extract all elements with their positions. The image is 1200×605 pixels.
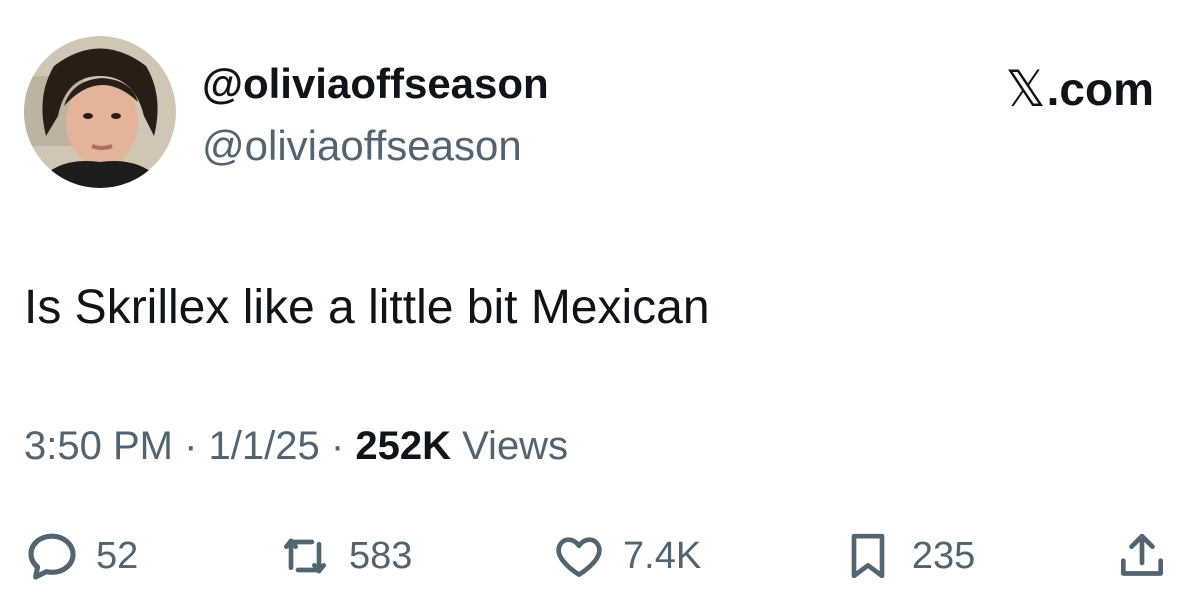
- tweet-text: Is Skrillex like a little bit Mexican: [24, 281, 710, 334]
- x-logo-icon: 𝕏: [1005, 61, 1046, 117]
- repost-count: 583: [348, 534, 413, 577]
- author-display-name[interactable]: @oliviaoffseason: [202, 60, 549, 108]
- repost-button[interactable]: 583: [277, 528, 412, 584]
- share-icon: [1120, 533, 1163, 576]
- meta-separator: ·: [184, 424, 198, 468]
- tweet-action-bar: 52 583 7.4K 235: [24, 524, 1170, 588]
- bookmark-count: 235: [911, 534, 976, 577]
- like-button[interactable]: 7.4K: [551, 528, 701, 584]
- tweet-date[interactable]: 1/1/25: [209, 424, 320, 468]
- x-brand-logo: 𝕏 .com: [1005, 60, 1154, 118]
- like-count: 7.4K: [623, 534, 702, 577]
- repost-icon: [283, 538, 326, 574]
- share-button[interactable]: [1114, 528, 1170, 584]
- reply-button[interactable]: 52: [24, 528, 138, 584]
- views-count: 252K: [355, 424, 451, 468]
- reply-count: 52: [96, 534, 139, 577]
- tweet-meta: 3:50 PM · 1/1/25 · 252K Views: [24, 424, 568, 469]
- bookmark-button[interactable]: 235: [840, 528, 975, 584]
- brand-suffix: .com: [1046, 63, 1154, 115]
- bookmark-icon: [851, 533, 885, 579]
- reply-icon: [28, 533, 76, 580]
- author-handle[interactable]: @oliviaoffseason: [202, 122, 522, 170]
- profile-photo: [24, 36, 176, 188]
- tweet-time[interactable]: 3:50 PM: [24, 424, 173, 468]
- views-label: Views: [462, 424, 569, 468]
- avatar[interactable]: [24, 36, 176, 188]
- heart-icon: [556, 537, 602, 577]
- meta-separator: ·: [330, 424, 345, 468]
